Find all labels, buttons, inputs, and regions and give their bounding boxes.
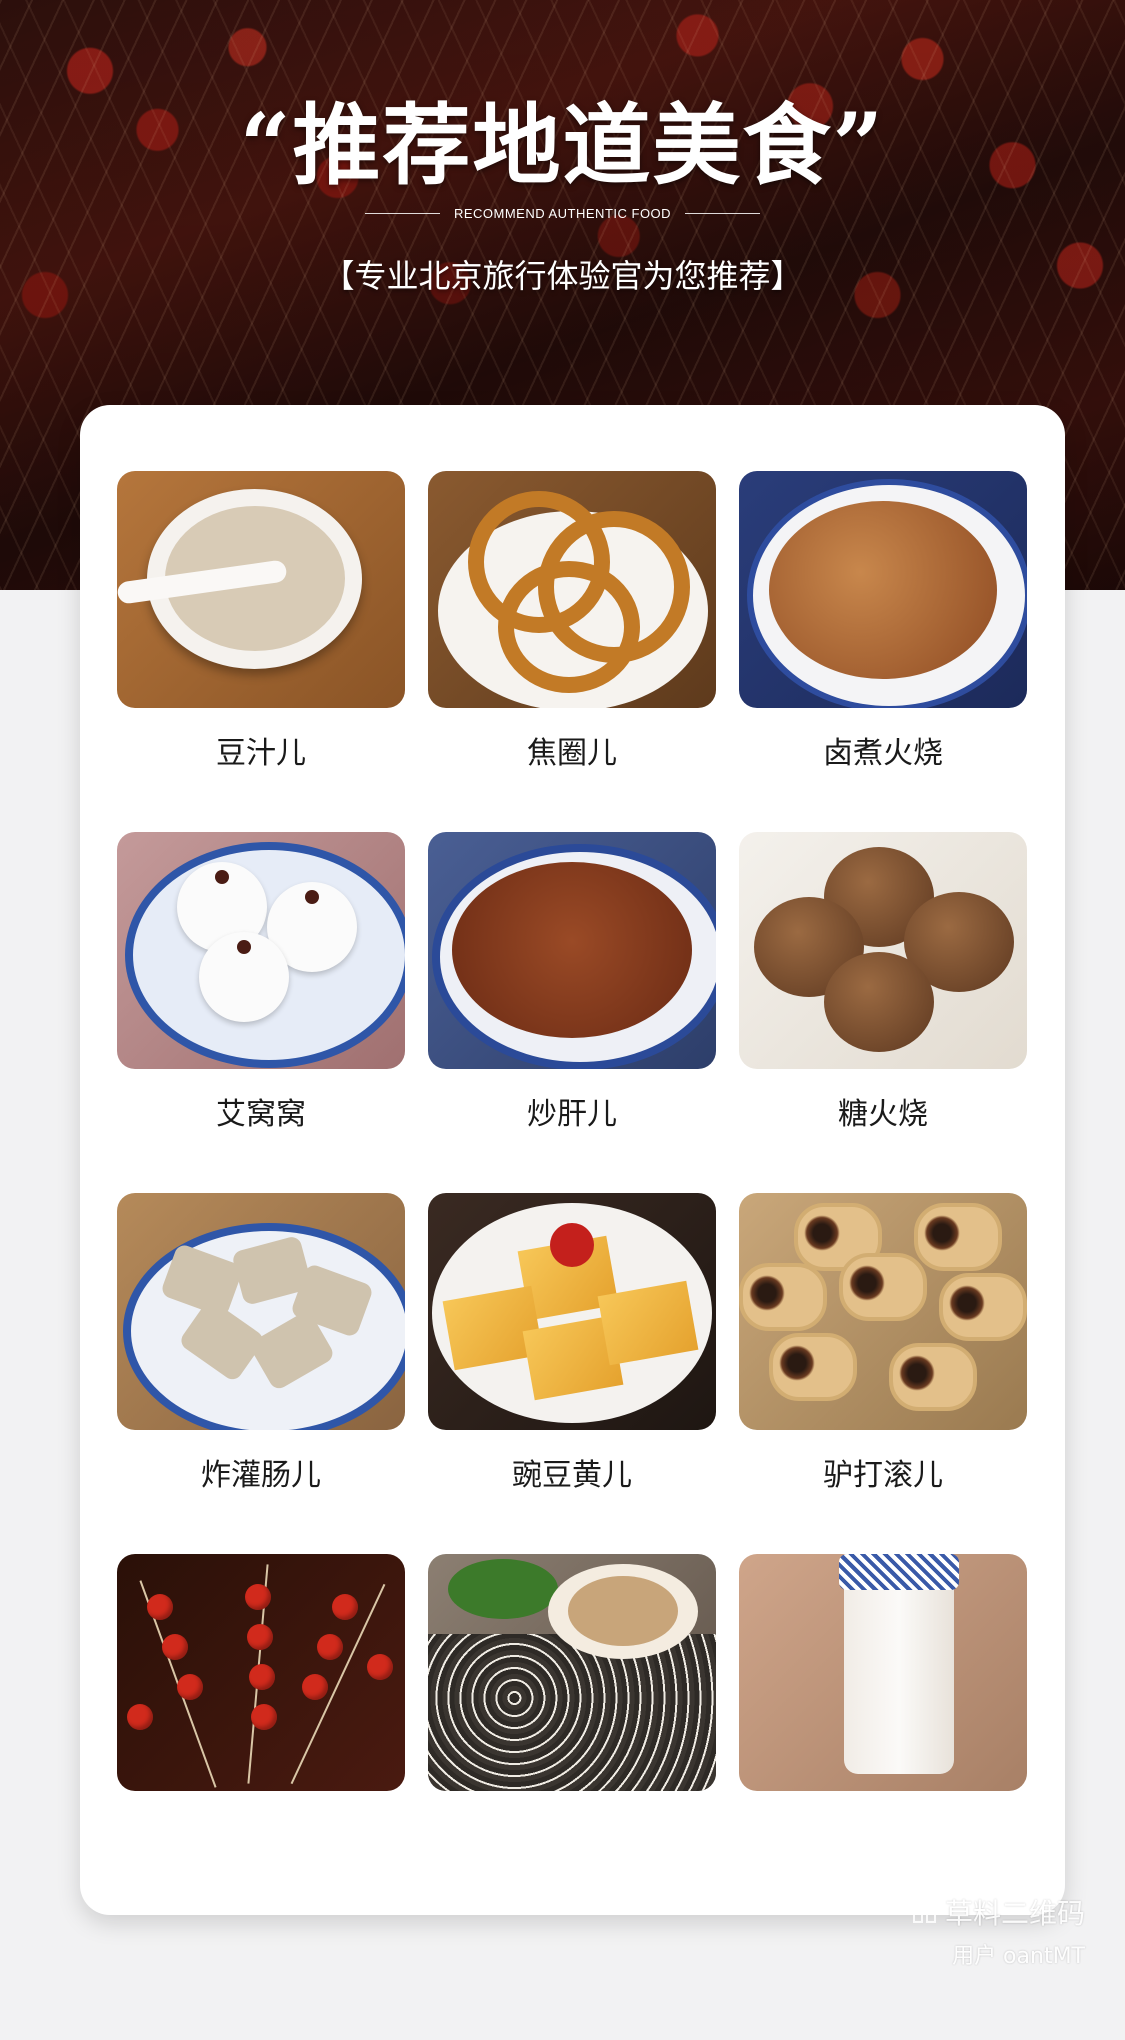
- roll-shape: [769, 1333, 857, 1401]
- food-item-zhaguanchang[interactable]: 炸灌肠儿: [117, 1193, 405, 1554]
- food-label: 卤煮火烧: [823, 736, 943, 771]
- berry-shape: [247, 1624, 273, 1650]
- food-photo-jiaoquan: [428, 471, 716, 708]
- food-item-aiwowo[interactable]: 艾窝窝: [117, 832, 405, 1193]
- watermark-brand-row: 草料二维码: [912, 1892, 1085, 1932]
- food-label: [428, 1817, 716, 1857]
- food-photo-tanghuoshao: [739, 832, 1027, 1069]
- food-label: 豆汁儿: [216, 736, 306, 771]
- food-photo-douzhi: [117, 471, 405, 708]
- page-tagline: 【专业北京旅行体验官为您推荐】: [322, 257, 803, 295]
- watermark-user: 用户 oantMT: [952, 1944, 1085, 1969]
- food-item-luzhu[interactable]: 卤煮火烧: [739, 471, 1027, 832]
- berry-shape: [317, 1634, 343, 1660]
- food-item-douzhi[interactable]: 豆汁儿: [117, 471, 405, 832]
- roll-shape: [889, 1343, 977, 1411]
- berry-shape: [245, 1584, 271, 1610]
- ball-shape: [199, 932, 289, 1022]
- sauce-shape: [568, 1576, 678, 1646]
- roll-shape: [739, 1263, 827, 1331]
- berry-shape: [177, 1674, 203, 1700]
- food-item-chaogan[interactable]: 炒肝儿: [428, 832, 716, 1193]
- food-photo-tanghulu: [117, 1554, 405, 1791]
- food-grid: 豆汁儿 焦圈儿 卤煮火烧 艾窝窝 炒肝儿 糖火烧 炸灌肠儿 豌豆黄儿 驴打滚儿: [117, 471, 1027, 1915]
- watermark-brand: 草料二维码: [944, 1897, 1085, 1930]
- page-subtitle: RECOMMEND AUTHENTIC FOOD: [453, 206, 672, 221]
- subtitle-divider-left: [364, 213, 440, 214]
- roll-shape: [914, 1203, 1002, 1271]
- food-label: 炒肝儿: [527, 1097, 617, 1132]
- berry-shape: [147, 1594, 173, 1620]
- jar-lid-shape: [839, 1554, 959, 1590]
- roll-shape: [839, 1253, 927, 1321]
- roll-shape: [939, 1273, 1027, 1341]
- food-label: [739, 1817, 1027, 1857]
- food-photo-suannai: [739, 1554, 1027, 1791]
- food-photo-wandouhuang: [428, 1193, 716, 1430]
- food-item-suannai[interactable]: [739, 1554, 1027, 1915]
- berry-shape: [162, 1634, 188, 1660]
- herb-shape: [448, 1559, 558, 1619]
- food-photo-chaogan: [428, 832, 716, 1069]
- stew-shape: [452, 862, 692, 1038]
- food-item-tanghuoshao[interactable]: 糖火烧: [739, 832, 1027, 1193]
- berry-shape: [302, 1674, 328, 1700]
- food-label: 焦圈儿: [527, 736, 617, 771]
- food-label: 驴打滚儿: [823, 1458, 943, 1493]
- food-item-baodu[interactable]: [428, 1554, 716, 1915]
- berry-shape: [249, 1664, 275, 1690]
- food-photo-baodu: [428, 1554, 716, 1791]
- food-photo-lvdagun: [739, 1193, 1027, 1430]
- food-label: 糖火烧: [838, 1097, 928, 1132]
- berry-shape: [332, 1594, 358, 1620]
- food-item-jiaoquan[interactable]: 焦圈儿: [428, 471, 716, 832]
- hero-text: “推荐地道美食” RECOMMEND AUTHENTIC FOOD 【专业北京旅…: [0, 90, 1125, 297]
- tripe-shape: [428, 1634, 716, 1791]
- berry-shape: [251, 1704, 277, 1730]
- food-label: 豌豆黄儿: [512, 1458, 632, 1493]
- ring-shape: [498, 561, 640, 693]
- watermark: 草料二维码 用户 oantMT: [912, 1892, 1085, 1970]
- cherry-shape: [550, 1223, 594, 1267]
- food-item-wandouhuang[interactable]: 豌豆黄儿: [428, 1193, 716, 1554]
- subtitle-divider-right: [685, 213, 761, 214]
- stew-shape: [769, 501, 997, 679]
- food-label: 炸灌肠儿: [201, 1458, 321, 1493]
- food-label: 艾窝窝: [216, 1097, 306, 1132]
- food-photo-zhaguanchang: [117, 1193, 405, 1430]
- food-item-lvdagun[interactable]: 驴打滚儿: [739, 1193, 1027, 1554]
- jar-shape: [844, 1564, 954, 1774]
- food-card: 豆汁儿 焦圈儿 卤煮火烧 艾窝窝 炒肝儿 糖火烧 炸灌肠儿 豌豆黄儿 驴打滚儿: [80, 405, 1065, 1915]
- food-label: [117, 1817, 405, 1857]
- page-title: “推荐地道美食”: [239, 93, 886, 197]
- food-photo-luzhu: [739, 471, 1027, 708]
- food-photo-aiwowo: [117, 832, 405, 1069]
- bun-shape: [824, 952, 934, 1052]
- hero-subtitle-row: RECOMMEND AUTHENTIC FOOD: [0, 206, 1125, 221]
- berry-shape: [127, 1704, 153, 1730]
- qr-code-icon: [912, 1900, 937, 1924]
- food-item-tanghulu[interactable]: [117, 1554, 405, 1915]
- berry-shape: [367, 1654, 393, 1680]
